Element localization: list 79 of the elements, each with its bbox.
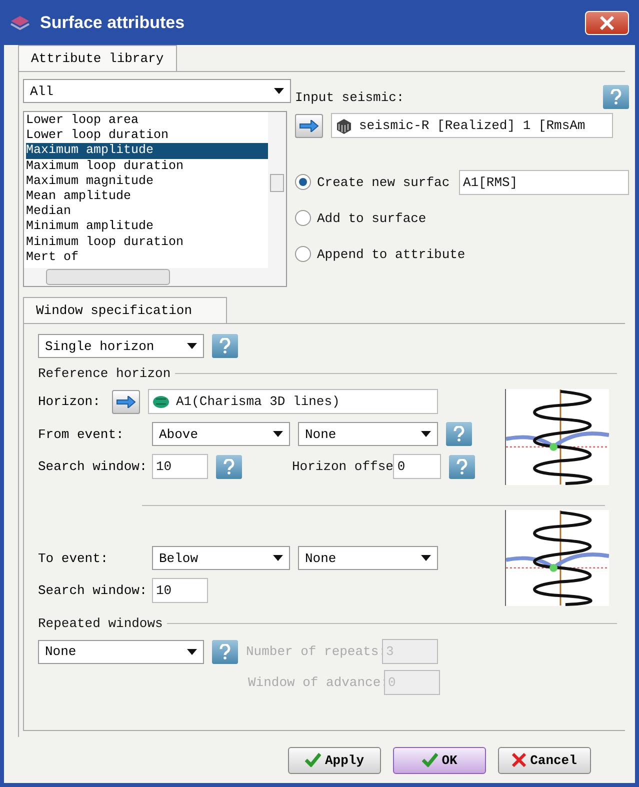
list-item[interactable]: Mert of [26,250,268,266]
dropdown-arrow-icon [421,555,431,561]
input-seismic-field[interactable]: seismic-R [Realized] 1 [RmsAm [331,113,613,138]
dialog-button[interactable]: Apply [288,746,381,774]
radio-button[interactable] [295,246,311,262]
tab[interactable]: Window specification [23,297,227,323]
check-icon [422,753,438,767]
horizon-icon [152,394,170,408]
help-icon [219,644,231,660]
horizon-offset-field[interactable]: 0 [393,454,442,479]
radio-button[interactable] [295,210,311,226]
list-item[interactable]: Maximum magnitude [26,174,268,190]
dropdown[interactable]: Below [152,546,290,570]
help-icon [223,458,235,474]
help-icon [610,89,622,105]
arrow-right-icon [116,396,136,408]
list-item[interactable]: Maximum loop duration [26,158,268,174]
arrow-right-icon [299,120,319,132]
search-window-label: Search window: [38,459,144,474]
dropdown-arrow-icon [421,431,431,437]
help-button[interactable] [212,640,238,664]
list-item[interactable]: Maximum amplitude [26,143,268,159]
tab[interactable]: Attribute library [18,45,177,71]
vertical-scrollbar[interactable] [268,112,286,268]
horizon-label: Horizon: [38,394,102,409]
seismic-cube-icon [335,118,353,134]
list-item[interactable]: Minimum amplitude [26,219,268,235]
repeats-label: Number of repeats: [246,644,382,659]
horizon-field[interactable]: A1(Charisma 3D lines) [148,389,438,414]
dropdown-arrow-icon [187,648,197,654]
dialog-button[interactable]: Cancel [498,746,591,774]
dropdown[interactable]: None [298,422,438,446]
help-button[interactable] [449,454,476,478]
help-button[interactable] [446,422,472,446]
dialog-button[interactable]: OK [393,746,486,774]
radio-button[interactable] [295,174,311,190]
horizon-offset-label: Horizon offse [292,459,394,474]
list-item[interactable]: Minimum loop duration [26,234,268,250]
dropdown[interactable]: Single horizon [38,334,204,358]
select-arrow-button[interactable] [112,390,140,414]
from-event-label: From event: [38,426,125,442]
help-button[interactable] [603,85,629,109]
dropdown[interactable]: Above [152,422,290,446]
help-button[interactable] [216,454,242,478]
help-icon [453,426,465,442]
dropdown-arrow-icon [273,555,283,561]
dropdown[interactable]: None [38,640,204,664]
search-window-field[interactable]: 10 [152,454,208,479]
help-button[interactable] [212,334,238,358]
to-event-label: To event: [38,550,110,566]
close-button[interactable] [585,10,629,34]
search-window-field[interactable]: 10 [152,578,208,603]
option-label: Create new surfac [317,174,451,190]
option-label: Append to attribute [317,246,466,262]
input-seismic-label: Input seismic: [295,90,404,104]
dropdown[interactable]: None [298,546,438,570]
horizontal-scrollbar[interactable] [24,268,286,286]
dropdown-arrow-icon [187,343,197,349]
select-arrow-button[interactable] [295,114,323,138]
search-window-label: Search window: [38,583,144,598]
dropdown[interactable]: All [23,79,291,103]
list-item[interactable]: Lower loop area [26,113,268,128]
close-icon [512,753,526,767]
advance-label: Window of advance: [248,675,384,690]
section-header: Reference horizon [38,366,171,381]
close-icon [599,16,615,30]
list-item[interactable]: Median [26,204,268,220]
surface-name-field[interactable]: A1[RMS] [459,170,629,194]
option-label: Add to surface [317,210,426,226]
dropdown-arrow-icon [274,88,284,94]
list-item[interactable]: Mean amplitude [26,189,268,204]
help-icon [456,458,468,474]
window-title: Surface attributes [40,12,186,32]
help-icon [219,338,231,354]
dropdown-arrow-icon [273,431,283,437]
section-header: Repeated windows [38,616,163,631]
check-icon [304,753,321,767]
list-item[interactable]: Lower loop duration [26,128,268,144]
app-icon [10,14,30,30]
